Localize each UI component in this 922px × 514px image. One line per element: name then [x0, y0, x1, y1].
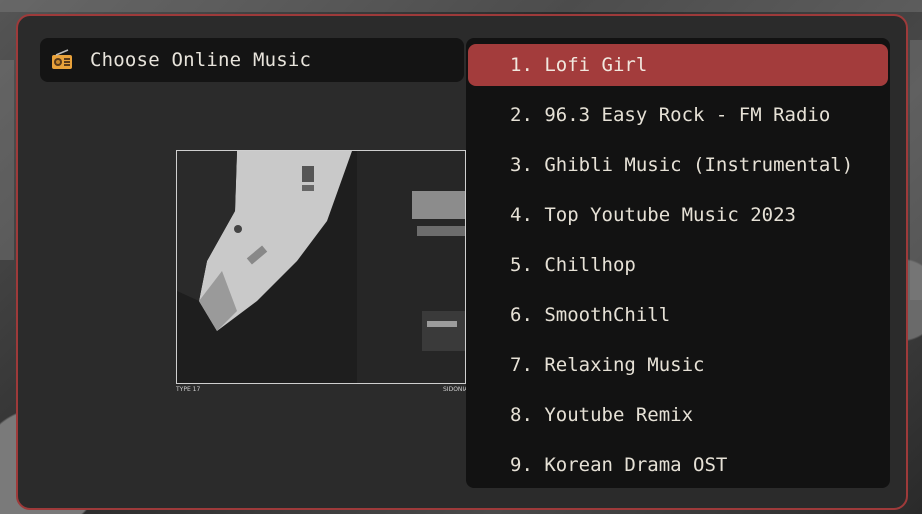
station-item-chillhop[interactable]: 5. Chillhop [468, 244, 888, 286]
station-item-youtube-remix[interactable]: 8. Youtube Remix [468, 394, 888, 436]
preview-caption-right: SIDONIA [443, 386, 469, 393]
music-picker-window: Choose Online Music TYPE 17 SIDONIA 1. L… [16, 14, 908, 510]
station-preview-image [176, 150, 466, 384]
station-item-korean-drama-ost[interactable]: 9. Korean Drama OST [468, 444, 888, 486]
station-item-top-youtube-2023[interactable]: 4. Top Youtube Music 2023 [468, 194, 888, 236]
station-item-ghibli[interactable]: 3. Ghibli Music (Instrumental) [468, 144, 888, 186]
station-item-lofi-girl[interactable]: 1. Lofi Girl [468, 44, 888, 86]
preview-caption-left: TYPE 17 [176, 386, 201, 393]
station-item-relaxing-music[interactable]: 7. Relaxing Music [468, 344, 888, 386]
radio-icon [50, 48, 74, 72]
station-item-smoothchill[interactable]: 6. SmoothChill [468, 294, 888, 336]
picker-header: Choose Online Music [40, 38, 464, 82]
picker-title: Choose Online Music [90, 49, 312, 71]
station-list: 1. Lofi Girl 2. 96.3 Easy Rock - FM Radi… [466, 38, 890, 488]
station-item-easy-rock[interactable]: 2. 96.3 Easy Rock - FM Radio [468, 94, 888, 136]
